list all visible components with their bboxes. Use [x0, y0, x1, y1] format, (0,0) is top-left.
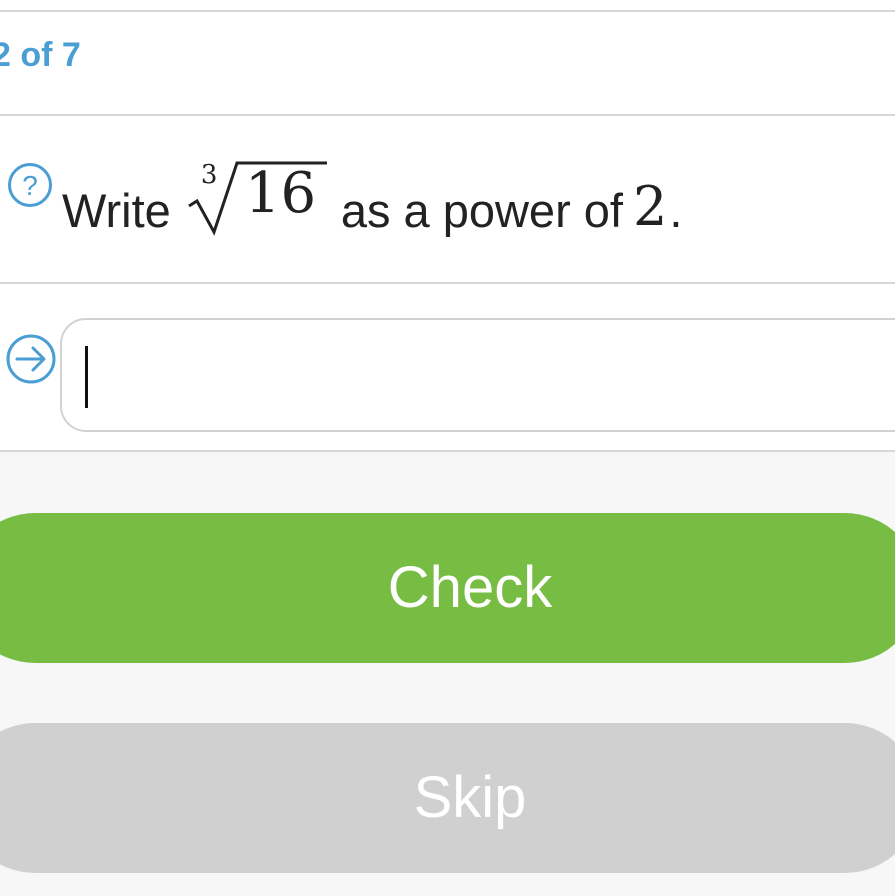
radicand: 16 [244, 161, 317, 226]
svg-text:?: ? [22, 170, 38, 201]
question-prefix: Write [62, 184, 171, 237]
question-middle: as a power of [340, 184, 623, 237]
power-base: 2 [632, 175, 668, 238]
cube-root-expression: 3 16 [187, 160, 329, 240]
top-bar [0, 0, 895, 12]
check-button[interactable]: Check [0, 513, 895, 663]
skip-button-label: Skip [413, 765, 527, 830]
answer-row [0, 284, 895, 452]
skip-button[interactable]: Skip [0, 723, 895, 873]
help-icon[interactable]: ? [7, 162, 53, 208]
text-cursor [85, 346, 88, 408]
progress-counter: 2 of 7 [0, 36, 81, 74]
answer-input[interactable] [60, 318, 895, 432]
question-period: . [669, 184, 683, 237]
quiz-page: 2 of 7 ? Write 3 16 as a power of 2 . Ch… [0, 0, 895, 896]
arrow-right-circle-icon [6, 334, 56, 384]
question-row: ? Write 3 16 as a power of 2 . [0, 116, 895, 284]
check-button-label: Check [387, 555, 553, 620]
progress-header: 2 of 7 [0, 12, 895, 116]
question-prompt: Write 3 16 as a power of 2 . [62, 160, 682, 240]
radical-index: 3 [200, 160, 218, 190]
